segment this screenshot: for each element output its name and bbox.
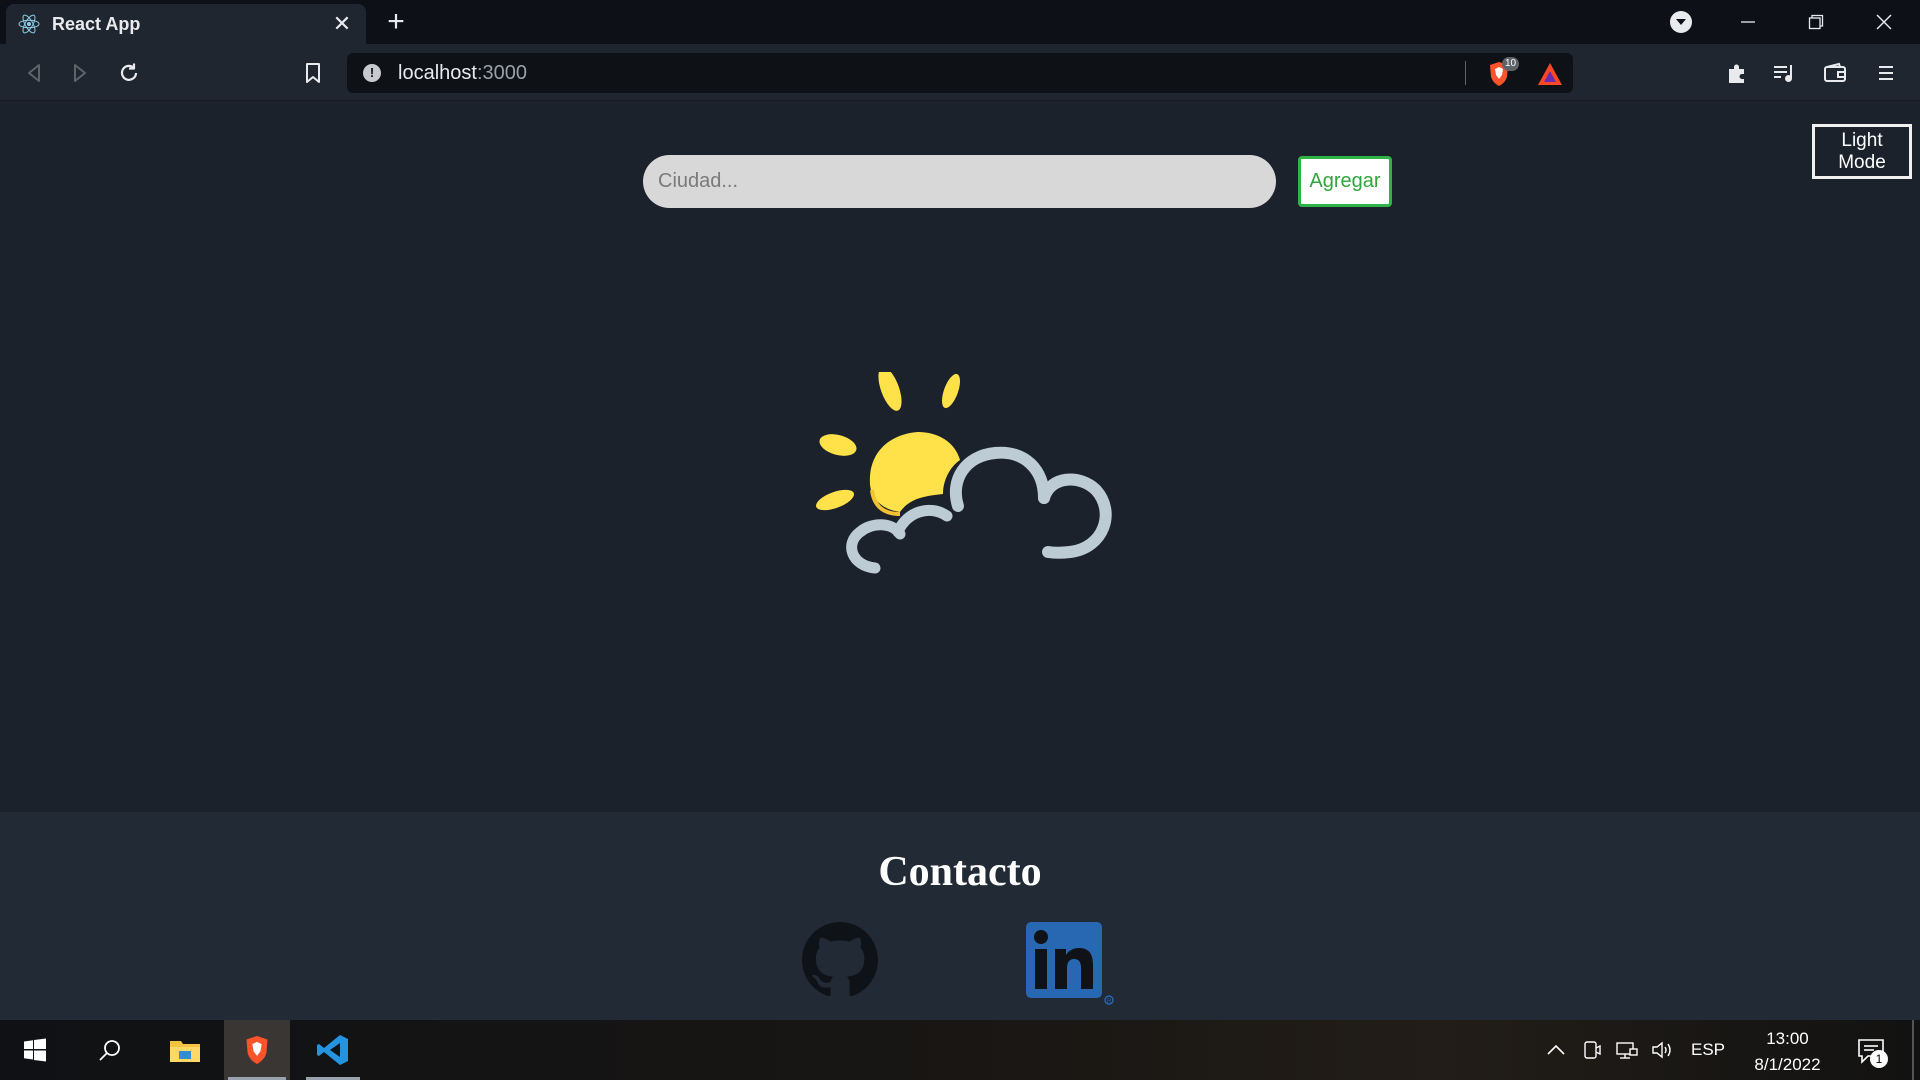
extensions-icon[interactable] [1722, 58, 1752, 88]
shields-count-badge: 10 [1502, 57, 1520, 71]
url-port: :3000 [476, 62, 527, 84]
clock-time: 13:00 [1766, 1029, 1809, 1048]
react-icon [18, 13, 40, 35]
app-page: LightMode Agregar [0, 102, 1920, 812]
clock-date: 8/1/2022 [1754, 1055, 1821, 1074]
wallet-icon[interactable] [1820, 58, 1850, 88]
address-bar[interactable]: ! localhost:3000 10 [347, 53, 1573, 93]
address-url: localhost:3000 [398, 62, 527, 85]
close-window-icon[interactable] [1850, 0, 1918, 44]
sun-behind-cloud-icon [800, 367, 1150, 582]
light-mode-toggle[interactable]: Light Mode [1812, 124, 1912, 179]
browser-toolbar: ! localhost:3000 10 [0, 44, 1920, 101]
windows-start-icon[interactable] [0, 1020, 70, 1080]
city-search-input[interactable] [643, 155, 1276, 208]
linkedin-icon[interactable]: R [1026, 922, 1118, 1008]
minimize-icon[interactable] [1714, 0, 1782, 44]
forward-icon[interactable] [65, 58, 95, 88]
light-mode-line1: Light [1841, 129, 1883, 151]
volume-icon[interactable] [1648, 1020, 1678, 1080]
svg-text:R: R [1107, 999, 1112, 1005]
new-tab-button[interactable]: + [384, 7, 408, 37]
url-host: localhost [398, 62, 477, 84]
file-explorer-icon[interactable] [155, 1020, 215, 1080]
notification-count-badge: 1 [1870, 1050, 1888, 1068]
brave-browser-icon[interactable] [224, 1020, 290, 1080]
taskbar-clock[interactable]: 13:00 8/1/2022 [1735, 1026, 1840, 1078]
input-language-indicator[interactable]: ESP [1686, 1020, 1730, 1080]
language-label: ESP [1690, 1040, 1726, 1059]
playlist-icon[interactable] [1769, 58, 1799, 88]
network-icon[interactable] [1612, 1020, 1642, 1080]
light-mode-line2: Mode [1838, 151, 1886, 173]
bookmark-icon[interactable] [298, 58, 328, 88]
search-icon[interactable] [80, 1020, 140, 1080]
windows-taskbar: ESP 13:00 8/1/2022 1 [0, 1020, 1920, 1080]
vscode-icon[interactable] [302, 1020, 364, 1080]
tab-title: React App [52, 13, 141, 34]
footer: Contacto R [0, 812, 1920, 1020]
meet-now-icon[interactable] [1578, 1020, 1606, 1080]
brave-rewards-icon[interactable] [1537, 62, 1563, 86]
add-city-button[interactable]: Agregar [1298, 156, 1392, 207]
address-divider [1465, 61, 1466, 85]
github-icon[interactable] [802, 922, 878, 998]
browser-titlebar: React App ✕ + [0, 0, 1920, 44]
menu-icon[interactable] [1871, 58, 1901, 88]
show-desktop-button[interactable] [1912, 1020, 1914, 1080]
restore-icon[interactable] [1782, 0, 1850, 44]
site-info-icon[interactable]: ! [363, 64, 381, 82]
tab-react-app[interactable]: React App ✕ [6, 4, 366, 44]
contact-heading: Contacto [878, 849, 1042, 895]
reload-icon[interactable] [114, 58, 144, 88]
tab-close-icon[interactable]: ✕ [330, 11, 354, 37]
chevron-up-icon[interactable] [1542, 1020, 1570, 1080]
tab-search-dropdown-icon[interactable] [1670, 11, 1692, 33]
back-icon[interactable] [19, 58, 49, 88]
